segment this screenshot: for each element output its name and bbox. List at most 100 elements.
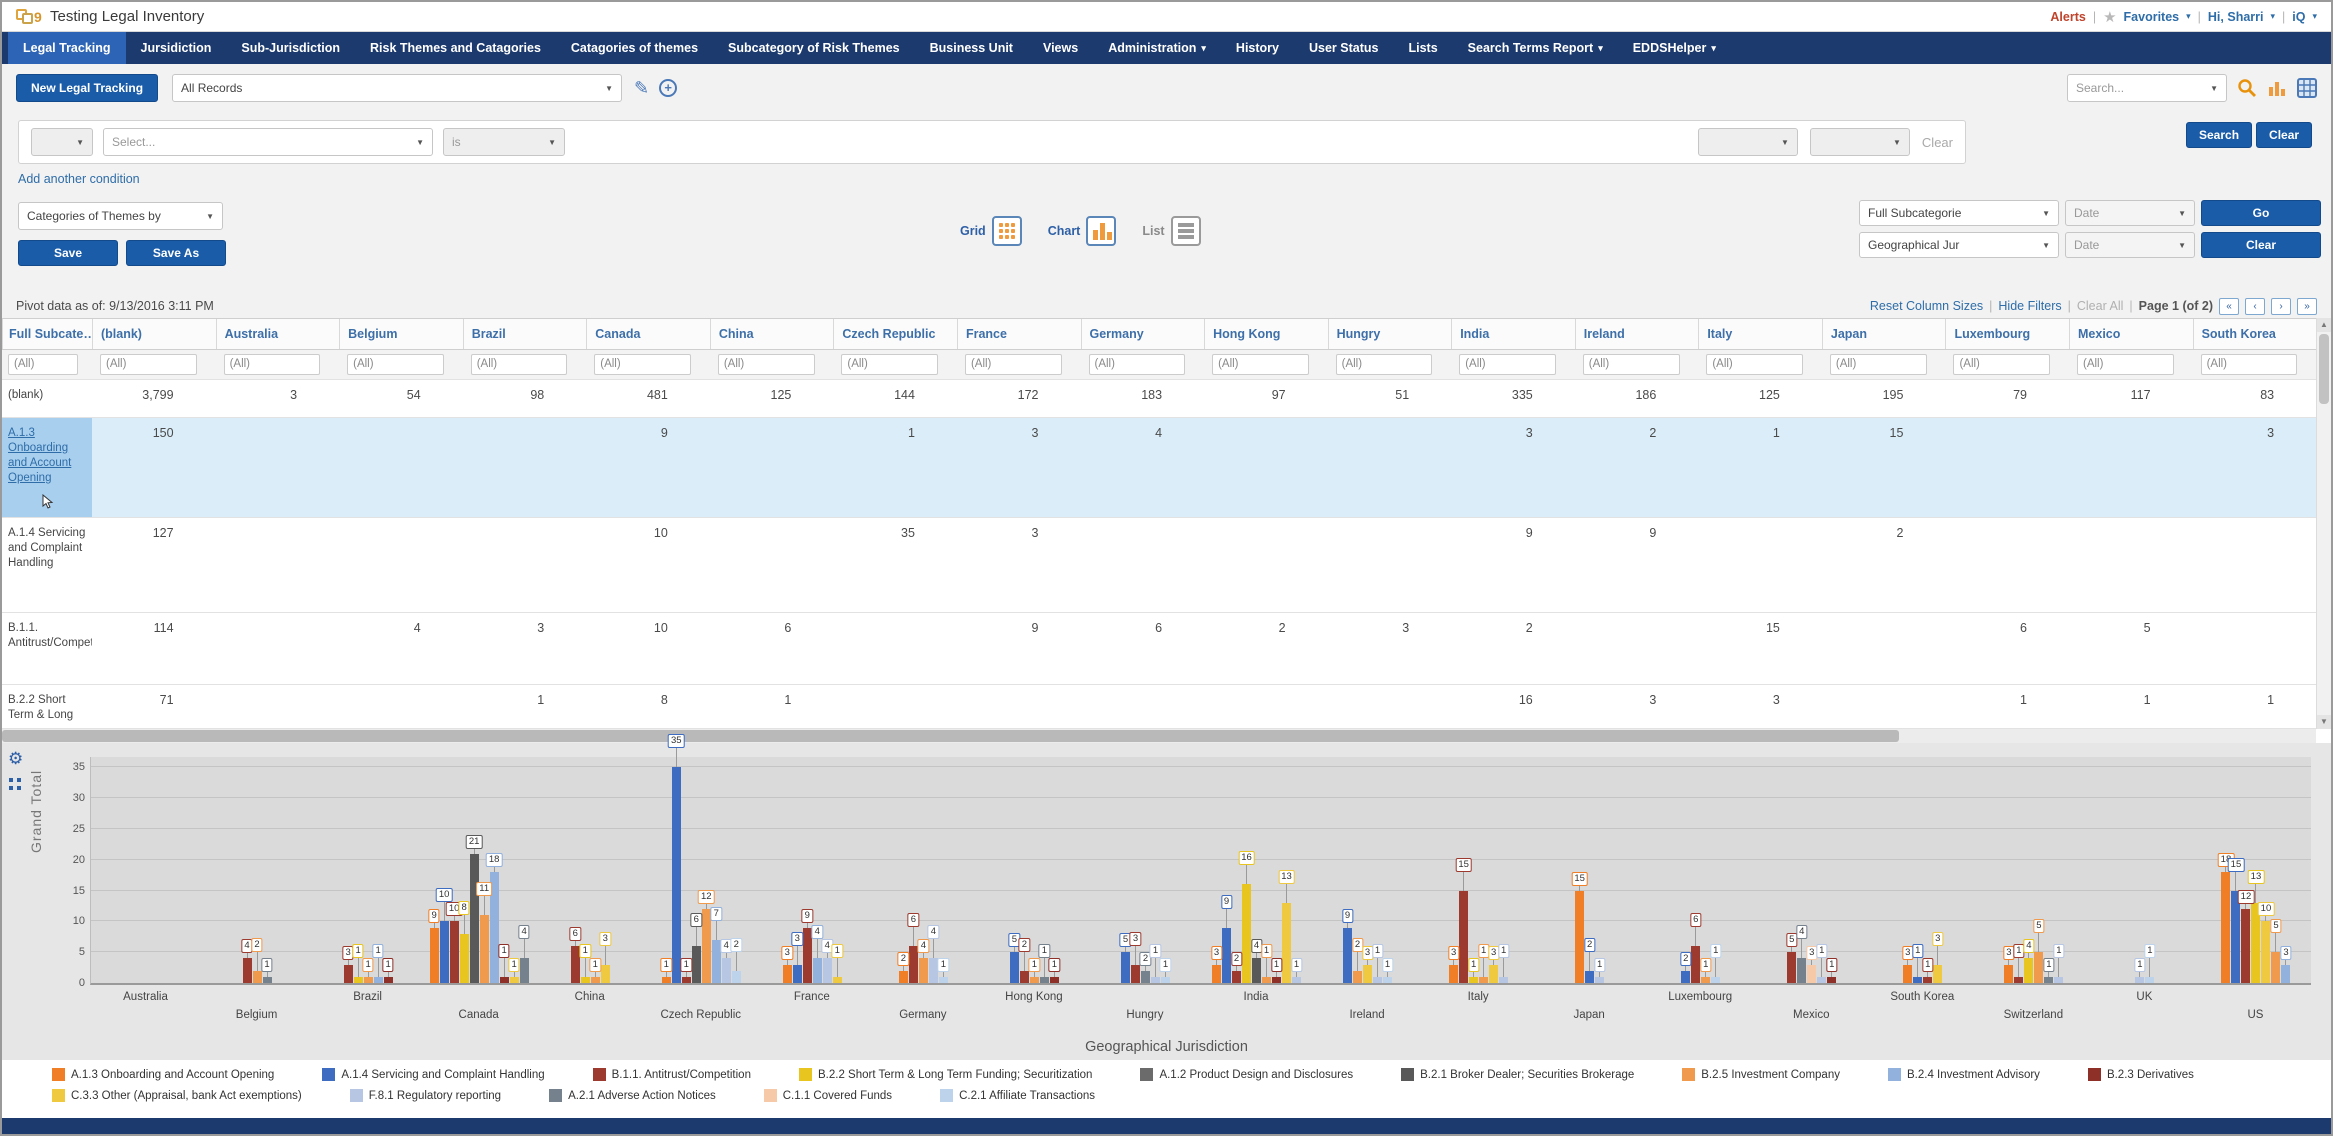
column-date-dropdown[interactable]: Date ▼ <box>2065 232 2195 258</box>
records-dropdown[interactable]: All Records ▼ <box>172 74 622 102</box>
new-legal-tracking-button[interactable]: New Legal Tracking <box>16 74 158 102</box>
condition-value1-dropdown[interactable]: ▼ <box>1698 128 1798 156</box>
clear-button[interactable]: Clear <box>2256 122 2312 148</box>
column-filter-dropdown[interactable]: (All) <box>1089 354 1186 375</box>
pivot-clear-button[interactable]: Clear <box>2201 232 2321 258</box>
chart-view-icon[interactable] <box>2267 78 2287 98</box>
nav-item-history[interactable]: History <box>1221 32 1294 64</box>
column-filter-dropdown[interactable]: (All) <box>1583 354 1680 375</box>
table-row[interactable]: (blank)3,7993549848112514417218397513351… <box>2 380 2316 418</box>
row-link[interactable]: A.1.3 Onboarding and Account Opening <box>8 427 71 484</box>
condition-clear-link[interactable]: Clear <box>1922 135 1953 150</box>
column-filter-dropdown[interactable]: (All) <box>471 354 568 375</box>
column-header-hong-kong[interactable]: Hong Kong <box>1204 319 1328 349</box>
column-filter-dropdown[interactable]: (All) <box>347 354 444 375</box>
chart-marker-icon[interactable] <box>8 777 22 791</box>
column-header-luxembourg[interactable]: Luxembourg <box>1945 319 2069 349</box>
reset-column-sizes-link[interactable]: Reset Column Sizes <box>1870 299 1983 313</box>
favorites-menu[interactable]: Favorites <box>2124 10 2180 24</box>
column-filter-dropdown[interactable]: (All) <box>594 354 691 375</box>
row-date-dropdown[interactable]: Date ▼ <box>2065 200 2195 226</box>
condition-value2-dropdown[interactable]: ▼ <box>1810 128 1910 156</box>
grid-view-icon[interactable] <box>2297 78 2317 98</box>
add-condition-link[interactable]: Add another condition <box>18 172 140 186</box>
table-row[interactable]: A.1.4 Servicing and Complaint Handling12… <box>2 518 2316 613</box>
column-filter-dropdown[interactable]: (All) <box>1706 354 1803 375</box>
search-icon[interactable] <box>2237 78 2257 98</box>
nav-item-business-unit[interactable]: Business Unit <box>915 32 1028 64</box>
nav-item-lists[interactable]: Lists <box>1393 32 1452 64</box>
nav-item-sub-jurisdiction[interactable]: Sub-Jurisdiction <box>226 32 355 64</box>
user-menu[interactable]: Hi, Sharri <box>2208 10 2264 24</box>
column-header-mexico[interactable]: Mexico <box>2069 319 2193 349</box>
column-filter-dropdown[interactable]: (All) <box>2077 354 2174 375</box>
prev-page-button[interactable]: ‹ <box>2245 298 2265 315</box>
nav-item-views[interactable]: Views <box>1028 32 1093 64</box>
table-row[interactable]: A.1.3 Onboarding and Account Opening1509… <box>2 418 2316 518</box>
column-header-india[interactable]: India <box>1451 319 1575 349</box>
chart-settings-gear-icon[interactable]: ⚙ <box>8 749 23 769</box>
column-filter-dropdown[interactable]: (All) <box>1336 354 1433 375</box>
column-filter-dropdown[interactable]: (All) <box>1459 354 1556 375</box>
column-filter-dropdown[interactable]: (All) <box>8 354 78 375</box>
search-button[interactable]: Search <box>2186 122 2252 148</box>
column-header-ireland[interactable]: Ireland <box>1575 319 1699 349</box>
nav-item-legal-tracking[interactable]: Legal Tracking <box>8 32 126 64</box>
go-button[interactable]: Go <box>2201 200 2321 226</box>
column-header-blank[interactable]: (blank) <box>92 319 216 349</box>
row-field-dropdown[interactable]: Full Subcategorie ▼ <box>1859 200 2059 226</box>
nav-item-eddshelper[interactable]: EDDSHelper▾ <box>1618 32 1731 64</box>
nav-item-search-terms-report[interactable]: Search Terms Report▾ <box>1453 32 1618 64</box>
column-header-australia[interactable]: Australia <box>216 319 340 349</box>
column-filter-dropdown[interactable]: (All) <box>1212 354 1309 375</box>
last-page-button[interactable]: » <box>2297 298 2317 315</box>
save-as-button[interactable]: Save As <box>126 240 226 266</box>
column-header-germany[interactable]: Germany <box>1081 319 1205 349</box>
next-page-button[interactable]: › <box>2271 298 2291 315</box>
column-header-full-subcate[interactable]: Full Subcate… <box>2 319 92 349</box>
column-header-hungry[interactable]: Hungry <box>1328 319 1452 349</box>
iq-menu[interactable]: iQ <box>2292 10 2305 24</box>
save-button[interactable]: Save <box>18 240 118 266</box>
hide-filters-link[interactable]: Hide Filters <box>1998 299 2061 313</box>
search-dropdown[interactable]: Search... ▼ <box>2067 74 2227 102</box>
column-header-japan[interactable]: Japan <box>1822 319 1946 349</box>
nav-item-risk-themes-and-catagories[interactable]: Risk Themes and Catagories <box>355 32 556 64</box>
horizontal-scrollbar[interactable] <box>2 729 2316 743</box>
column-header-south-korea[interactable]: South Korea <box>2193 319 2317 349</box>
column-header-brazil[interactable]: Brazil <box>463 319 587 349</box>
alerts-link[interactable]: Alerts <box>2050 10 2085 24</box>
group-by-dropdown[interactable]: Categories of Themes by ▼ <box>18 202 223 230</box>
column-header-france[interactable]: France <box>957 319 1081 349</box>
chart-toggle[interactable]: Chart <box>1048 216 1117 246</box>
column-filter-dropdown[interactable]: (All) <box>965 354 1062 375</box>
list-toggle[interactable]: List <box>1142 216 1200 246</box>
column-filter-dropdown[interactable]: (All) <box>841 354 938 375</box>
column-header-belgium[interactable]: Belgium <box>339 319 463 349</box>
condition-operator-dropdown[interactable]: is ▼ <box>443 128 565 156</box>
condition-field-dropdown[interactable]: Select... ▼ <box>103 128 433 156</box>
scroll-down-icon[interactable]: ▼ <box>2317 715 2331 729</box>
first-page-button[interactable]: « <box>2219 298 2239 315</box>
nav-item-administration[interactable]: Administration▾ <box>1093 32 1221 64</box>
column-filter-dropdown[interactable]: (All) <box>100 354 197 375</box>
column-header-china[interactable]: China <box>710 319 834 349</box>
nav-item-jursidiction[interactable]: Jursidiction <box>126 32 227 64</box>
nav-item-subcategory-of-risk-themes[interactable]: Subcategory of Risk Themes <box>713 32 915 64</box>
column-filter-dropdown[interactable]: (All) <box>1953 354 2050 375</box>
nav-item-catagories-of-themes[interactable]: Catagories of themes <box>556 32 713 64</box>
column-filter-dropdown[interactable]: (All) <box>2201 354 2298 375</box>
favorites-star-icon[interactable]: ★ <box>2103 8 2116 26</box>
table-row[interactable]: B.2.2 Short Term & Long711811633111 <box>2 685 2316 729</box>
clear-all-link[interactable]: Clear All <box>2077 299 2124 313</box>
bottom-scrollbar[interactable] <box>2 1118 2331 1134</box>
column-header-canada[interactable]: Canada <box>586 319 710 349</box>
edit-view-icon[interactable]: ✎ <box>634 78 649 99</box>
column-field-dropdown[interactable]: Geographical Jur ▼ <box>1859 232 2059 258</box>
vertical-scrollbar[interactable]: ▲ ▼ <box>2316 318 2331 729</box>
grid-toggle[interactable]: Grid <box>960 216 1022 246</box>
column-filter-dropdown[interactable]: (All) <box>718 354 815 375</box>
row-label[interactable]: A.1.3 Onboarding and Account Opening <box>2 418 92 517</box>
table-row[interactable]: B.1.1. Antitrust/Compet11443106962321565 <box>2 613 2316 685</box>
nav-item-user-status[interactable]: User Status <box>1294 32 1393 64</box>
